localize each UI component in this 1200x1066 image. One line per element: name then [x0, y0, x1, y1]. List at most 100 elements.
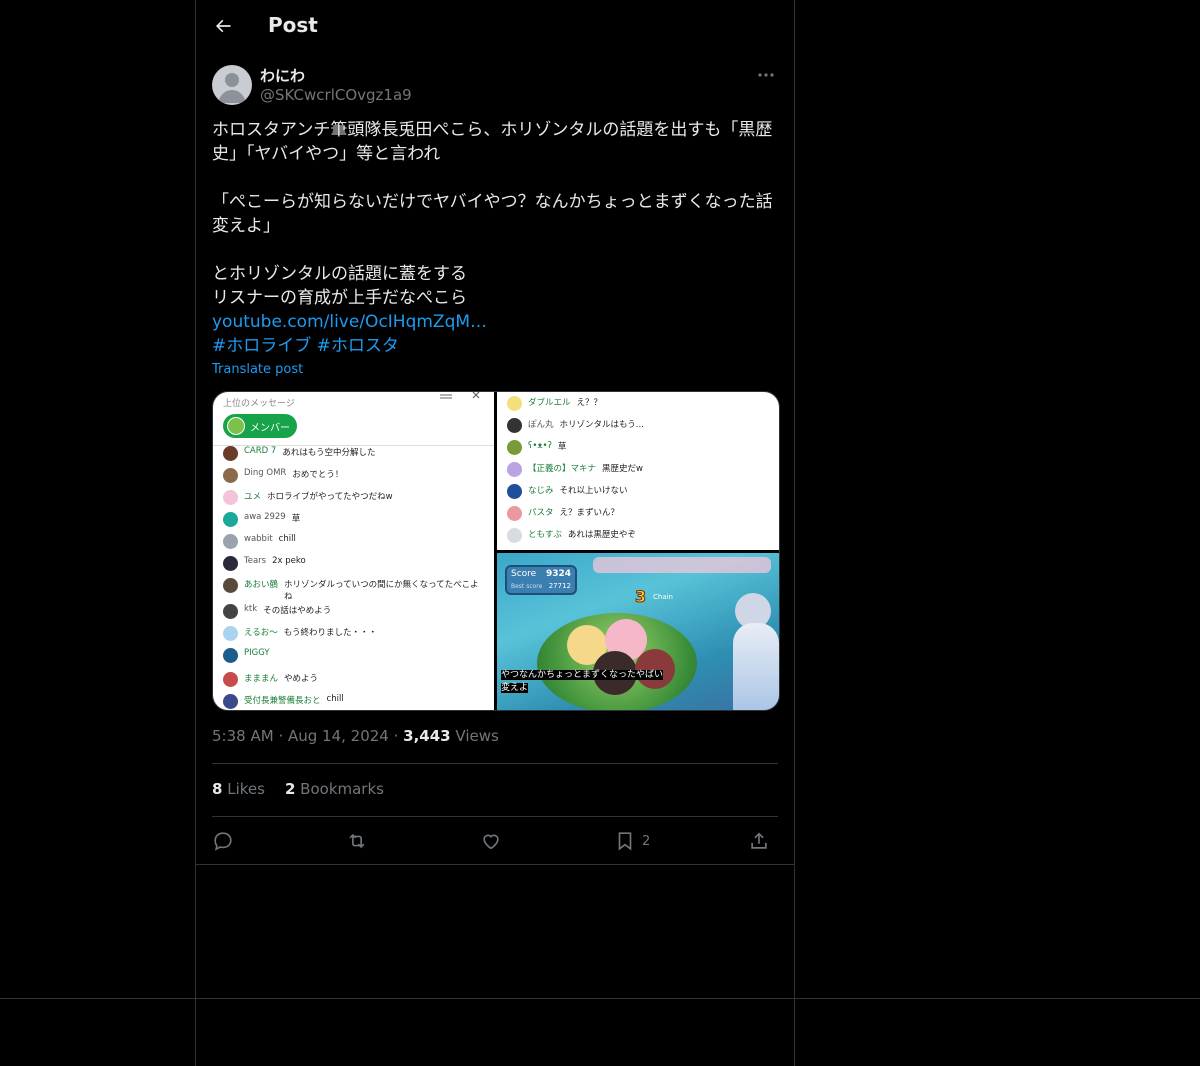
chat-row: wabbit chill — [223, 534, 485, 549]
chat-avatar — [223, 626, 238, 641]
chat-avatar — [223, 648, 238, 663]
post-stats: 8 Likes 2 Bookmarks — [212, 780, 384, 798]
chat-name: ʕ•ᴥ•ʔ — [528, 441, 552, 451]
chat-message: chill — [326, 694, 344, 704]
author-name[interactable]: わにわ — [260, 65, 305, 86]
chat-message: ホリゾンダルっていつの間にか無くなってたぺこよね — [284, 580, 479, 602]
repost-button[interactable] — [346, 828, 368, 854]
chat-message: ホリゾンタルはもう... — [559, 420, 644, 430]
chat-name: まままん — [244, 674, 279, 684]
bookmarks-stat[interactable]: 2 Bookmarks — [285, 780, 384, 798]
chat-name: ぽん丸 — [528, 420, 554, 430]
chat-name: パスタ — [528, 508, 554, 518]
chat-avatar — [507, 440, 522, 455]
page-header: Post — [196, 0, 794, 54]
avatar[interactable] — [212, 65, 252, 105]
chat-row: 受付長兼警備長おと chill — [223, 694, 485, 709]
chat-message: え？まずいん？ — [559, 508, 620, 518]
chat-row: ダブルエル え？？ — [507, 396, 769, 411]
chat-row: CARD 7 あれはもう空中分解した — [223, 446, 485, 461]
chat-name: Tears — [244, 556, 267, 566]
chat-avatar — [223, 490, 238, 505]
default-avatar-icon — [218, 73, 246, 103]
author-handle[interactable]: @SKCwcrlCOvgz1a9 — [260, 86, 412, 104]
more-dots-icon — [758, 73, 774, 77]
chat-message: chill — [278, 534, 296, 544]
chat-avatar — [223, 556, 238, 571]
chat-name: PIGGY — [244, 648, 270, 658]
chat-row: Ding OMR おめでとう！ — [223, 468, 485, 483]
chat-avatar — [507, 396, 522, 411]
chat-message: 草 — [291, 514, 301, 524]
page-title: Post — [268, 13, 318, 37]
chat-row: PIGGY — [223, 648, 485, 663]
chat-avatar — [223, 446, 238, 461]
chat-avatar — [507, 506, 522, 521]
chat-message: あれはもう空中分解した — [282, 448, 376, 458]
chat-name: なじみ — [528, 486, 554, 496]
vtuber-avatar — [733, 623, 779, 710]
chat-screenshot-left[interactable]: 上位のメッセージ メンバー CARD 7 あれはもう空中分解した Ding OMR… — [213, 392, 494, 710]
chat-name: wabbit — [244, 534, 273, 544]
chat-row: ともすぶ あれは黒歴史やぞ — [507, 528, 769, 543]
post-body: ホロスタアンチ筆頭隊長兎田ぺこら、ホリゾンタルの話題を出すも「黒歴史」「ヤバイや… — [212, 120, 773, 308]
repost-icon — [349, 833, 365, 849]
likes-label: Likes — [227, 780, 265, 798]
chat-row: Tears 2x peko — [223, 556, 485, 571]
chat-avatar — [223, 468, 238, 483]
subtitle-line-1: やつなんかちょっとまずくなったやばい — [501, 670, 664, 680]
chat-header: 上位のメッセージ — [223, 399, 295, 409]
chat-avatar — [223, 534, 238, 549]
chat-name: awa 2929 — [244, 512, 286, 522]
chat-message: おめでとう！ — [292, 470, 344, 480]
subtitle-line-2: 変えよ — [501, 683, 529, 693]
translate-post-link[interactable]: Translate post — [212, 362, 303, 377]
chat-avatar — [507, 462, 522, 477]
score-label: Score — [511, 569, 537, 579]
chat-name: 受付長兼警備長おと — [244, 696, 321, 706]
likes-count: 8 — [212, 780, 223, 798]
bookmark-count: 2 — [642, 833, 651, 849]
more-options-button[interactable] — [754, 66, 778, 84]
chat-name: CARD 7 — [244, 446, 277, 456]
likes-stat[interactable]: 8 Likes — [212, 780, 265, 798]
combo-count: 3 — [634, 587, 647, 607]
chat-row: まままん やめよう — [223, 672, 485, 687]
post-link[interactable]: youtube.com/live/OcIHqmZqM… — [212, 312, 487, 332]
chat-row: 【正義の】マキナ 黒歴史だw — [507, 462, 769, 477]
action-bar: 2 — [212, 828, 778, 854]
close-icon — [472, 392, 480, 399]
post-media[interactable]: 上位のメッセージ メンバー CARD 7 あれはもう空中分解した Ding OMR… — [212, 391, 780, 711]
chat-row: awa 2929 草 — [223, 512, 485, 527]
chat-message: その話はやめよう — [263, 606, 332, 616]
best-score-value: 27712 — [548, 582, 571, 590]
hashtag-hololive[interactable]: #ホロライブ — [212, 336, 311, 356]
chat-message: え？？ — [576, 398, 603, 408]
post-date[interactable]: Aug 14, 2024 — [288, 727, 389, 745]
chat-message: 草 — [557, 442, 567, 452]
combo-label: Chain — [653, 593, 673, 601]
chat-name: 【正義の】マキナ — [528, 464, 597, 474]
chat-screenshot-right[interactable]: ダブルエル え？？ ぽん丸 ホリゾンタルはもう... ʕ•ᴥ•ʔ 草 【正義の】マキナ… — [497, 392, 779, 550]
chat-row: パスタ え？まずいん？ — [507, 506, 769, 521]
chat-message: 2x peko — [272, 556, 306, 566]
chat-row: ユメ ホロライブがやってたやつだねw — [223, 490, 485, 505]
post-time[interactable]: 5:38 AM — [212, 727, 274, 745]
post-author: わにわ @SKCwcrlCOvgz1a9 — [212, 64, 778, 108]
chat-name: Ding OMR — [244, 468, 287, 478]
share-button[interactable] — [748, 828, 770, 854]
member-label: メンバー — [250, 422, 290, 434]
reply-button[interactable] — [212, 828, 234, 854]
score-value: 9324 — [545, 569, 571, 579]
like-button[interactable] — [480, 828, 502, 854]
hashtag-holostars[interactable]: #ホロスタ — [317, 336, 399, 356]
chat-row: ʕ•ᴥ•ʔ 草 — [507, 440, 769, 455]
chat-row: えるお～ もう終わりました・・・ — [223, 626, 485, 641]
chat-avatar — [507, 528, 522, 543]
back-button[interactable] — [210, 13, 236, 39]
score-panel: Score 9324 Best score 27712 — [505, 565, 577, 595]
chat-name: あおい鶴 — [244, 580, 279, 590]
post-meta: 5:38 AM · Aug 14, 2024 · 3,443 Views — [212, 727, 499, 745]
game-screenshot[interactable]: Score 9324 Best score 27712 3 Chain やつなん… — [497, 553, 779, 710]
bookmark-button[interactable]: 2 — [614, 828, 650, 854]
